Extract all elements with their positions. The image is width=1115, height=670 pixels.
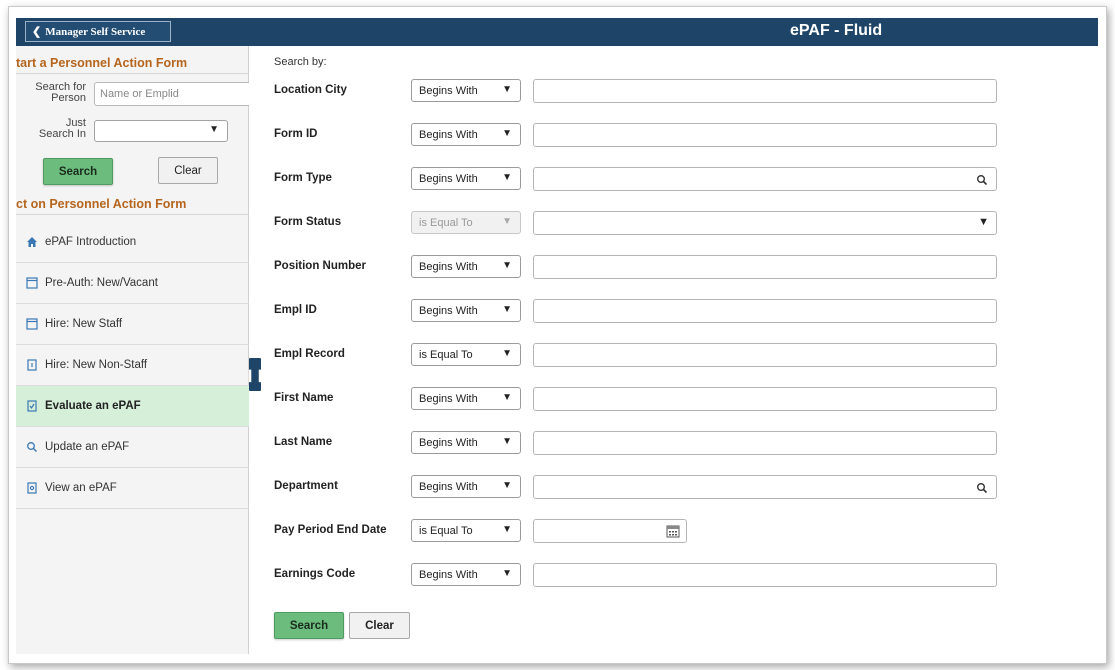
chevron-down-icon: ▼ bbox=[978, 216, 989, 228]
value-input[interactable] bbox=[533, 299, 997, 323]
lookup-search-icon[interactable] bbox=[976, 481, 988, 499]
operator-select[interactable]: Begins With ▼ bbox=[411, 563, 521, 586]
value-input[interactable] bbox=[533, 343, 997, 367]
chevron-down-icon: ▼ bbox=[502, 524, 512, 535]
value-input[interactable] bbox=[533, 255, 997, 279]
criteria-label: Form ID bbox=[274, 128, 318, 140]
chevron-down-icon: ▼ bbox=[209, 124, 219, 135]
left-panel: tart a Personnel Action Form Search for … bbox=[16, 46, 249, 654]
chevron-down-icon: ▼ bbox=[502, 348, 512, 359]
criteria-label: First Name bbox=[274, 392, 334, 404]
operator-select[interactable]: is Equal To ▼ bbox=[411, 343, 521, 366]
operator-select[interactable]: Begins With ▼ bbox=[411, 255, 521, 278]
value-input[interactable] bbox=[533, 475, 997, 499]
nav-item-epaf-introduction[interactable]: ePAF Introduction bbox=[16, 222, 249, 263]
value-input[interactable] bbox=[533, 563, 997, 587]
operator-select[interactable]: Begins With ▼ bbox=[411, 79, 521, 102]
pause-bars-icon: ❙❙ bbox=[244, 367, 266, 382]
criteria-label: Location City bbox=[274, 84, 347, 96]
nav-item-pre-auth[interactable]: Pre-Auth: New/Vacant bbox=[16, 263, 249, 304]
search-icon bbox=[26, 441, 38, 453]
value-input[interactable] bbox=[533, 79, 997, 103]
header-banner: ❮ Manager Self Service ePAF - Fluid bbox=[16, 18, 1098, 46]
operator-select[interactable]: Begins With ▼ bbox=[411, 167, 521, 190]
criteria-label: Position Number bbox=[274, 260, 367, 272]
form-add-icon bbox=[26, 359, 38, 371]
value-input[interactable] bbox=[533, 123, 997, 147]
search-button[interactable]: Search bbox=[274, 612, 344, 639]
operator-select[interactable]: Begins With ▼ bbox=[411, 299, 521, 322]
form-icon bbox=[26, 277, 38, 289]
criteria-label: Form Status bbox=[274, 216, 342, 228]
chevron-down-icon: ▼ bbox=[502, 480, 512, 491]
criteria-label: Last Name bbox=[274, 436, 333, 448]
criteria-label: Pay Period End Date bbox=[274, 524, 387, 536]
chevron-down-icon: ▼ bbox=[502, 304, 512, 315]
page-title: ePAF - Fluid bbox=[790, 22, 883, 39]
date-input[interactable] bbox=[533, 519, 687, 543]
search-for-label: Search for Person bbox=[35, 81, 86, 104]
nav-item-evaluate-epaf[interactable]: Evaluate an ePAF bbox=[16, 386, 249, 427]
lookup-search-icon[interactable] bbox=[976, 173, 988, 191]
chevron-down-icon: ▼ bbox=[502, 392, 512, 403]
calendar-icon[interactable] bbox=[666, 524, 680, 543]
operator-select[interactable]: Begins With ▼ bbox=[411, 431, 521, 454]
nav-item-update-epaf[interactable]: Update an ePAF bbox=[16, 427, 249, 468]
chevron-down-icon: ▼ bbox=[502, 84, 512, 95]
collapse-panel-handle[interactable]: ❙❙ bbox=[245, 358, 265, 391]
chevron-down-icon: ▼ bbox=[502, 436, 512, 447]
back-button[interactable]: ❮ Manager Self Service bbox=[25, 21, 171, 42]
value-input[interactable] bbox=[533, 431, 997, 455]
criteria-label: Earnings Code bbox=[274, 568, 356, 580]
form-icon bbox=[26, 318, 38, 330]
chevron-down-icon: ▼ bbox=[502, 260, 512, 271]
just-search-in-label: Just Search In bbox=[38, 117, 86, 140]
home-icon bbox=[26, 236, 38, 248]
form-view-icon bbox=[26, 482, 38, 494]
criteria-label: Form Type bbox=[274, 172, 332, 184]
criteria-label: Empl Record bbox=[274, 348, 345, 360]
search-in-select[interactable]: ▼ bbox=[94, 120, 228, 142]
left-search-button[interactable]: Search bbox=[43, 158, 113, 185]
value-input[interactable] bbox=[533, 387, 997, 411]
operator-select: is Equal To ▼ bbox=[411, 211, 521, 234]
person-search-input[interactable]: Name or Emplid bbox=[94, 82, 249, 106]
nav-item-hire-new-non-staff[interactable]: Hire: New Non-Staff bbox=[16, 345, 249, 386]
operator-select[interactable]: Begins With ▼ bbox=[411, 123, 521, 146]
start-section-heading: tart a Personnel Action Form bbox=[16, 52, 249, 74]
chevron-down-icon: ▼ bbox=[502, 128, 512, 139]
clear-button[interactable]: Clear bbox=[349, 612, 410, 639]
chevron-left-icon: ❮ bbox=[32, 26, 42, 38]
form-check-icon bbox=[26, 400, 38, 412]
nav-item-view-epaf[interactable]: View an ePAF bbox=[16, 468, 249, 509]
value-input[interactable] bbox=[533, 167, 997, 191]
person-search-placeholder: Name or Emplid bbox=[100, 88, 179, 100]
back-button-label: Manager Self Service bbox=[45, 25, 146, 38]
search-by-label: Search by: bbox=[274, 56, 327, 68]
operator-select[interactable]: Begins With ▼ bbox=[411, 475, 521, 498]
criteria-label: Department bbox=[274, 480, 338, 492]
status-select[interactable]: ▼ bbox=[533, 211, 997, 235]
operator-select[interactable]: Begins With ▼ bbox=[411, 387, 521, 410]
chevron-down-icon: ▼ bbox=[502, 568, 512, 579]
operator-select[interactable]: is Equal To ▼ bbox=[411, 519, 521, 542]
left-clear-button[interactable]: Clear bbox=[158, 157, 218, 184]
chevron-down-icon: ▼ bbox=[502, 216, 512, 227]
criteria-label: Empl ID bbox=[274, 304, 317, 316]
chevron-down-icon: ▼ bbox=[502, 172, 512, 183]
act-section-heading: ct on Personnel Action Form bbox=[16, 193, 249, 215]
nav-item-hire-new-staff[interactable]: Hire: New Staff bbox=[16, 304, 249, 345]
